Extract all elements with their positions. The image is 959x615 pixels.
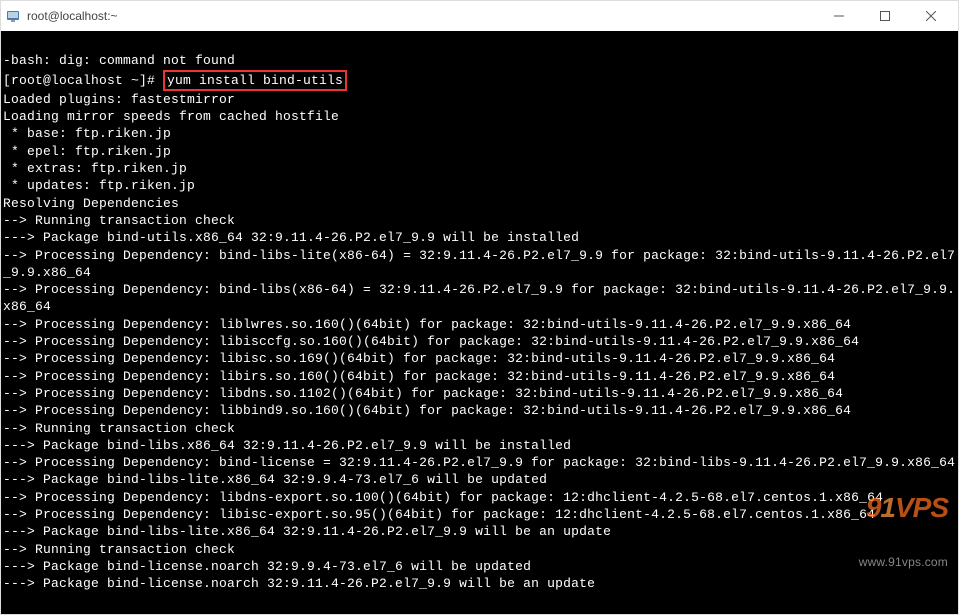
watermark: 91VPS www.91vps.com — [859, 459, 948, 606]
terminal-window: root@localhost:~ -bash: dig: command not… — [0, 0, 959, 615]
terminal-output[interactable]: -bash: dig: command not found [root@local… — [1, 31, 958, 614]
window-title: root@localhost:~ — [27, 9, 816, 23]
minimize-button[interactable] — [816, 1, 862, 31]
putty-icon — [5, 8, 21, 24]
highlighted-command: yum install bind-utils — [163, 70, 347, 91]
yum-output: Loaded plugins: fastestmirror Loading mi… — [3, 92, 955, 591]
window-controls — [816, 1, 954, 31]
close-button[interactable] — [908, 1, 954, 31]
window-titlebar: root@localhost:~ — [1, 1, 958, 31]
maximize-button[interactable] — [862, 1, 908, 31]
watermark-url: www.91vps.com — [859, 554, 948, 571]
prompt: [root@localhost ~]# — [3, 73, 163, 88]
error-line: -bash: dig: command not found — [3, 52, 956, 69]
